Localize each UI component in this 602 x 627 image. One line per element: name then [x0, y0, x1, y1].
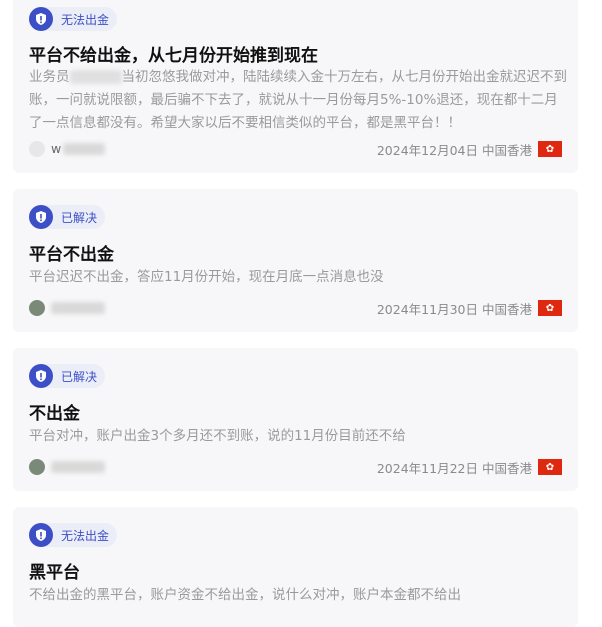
- complaint-footer: 2024年11月22日 中国香港 ✿: [29, 458, 562, 476]
- avatar[interactable]: [29, 300, 45, 316]
- status-badge: 已解决: [29, 364, 106, 388]
- complaint-title[interactable]: 平台不出金: [29, 240, 114, 265]
- complaint-content: 平台对冲，账户出金3个多月还不到账，说的11月份目前还不给: [29, 428, 406, 444]
- complaint-region: 中国香港: [481, 142, 532, 158]
- alert-shield-icon: [29, 523, 53, 547]
- status-badge: 已解决: [29, 205, 106, 229]
- status-label: 已解决: [61, 369, 98, 384]
- status-label: 无法出金: [61, 528, 110, 543]
- complaint-card[interactable]: 无法出金 平台不给出金，从七月份开始推到现在 业务员 当初忽悠我做对冲，陆陆续续入…: [13, 0, 578, 173]
- redacted-username: [51, 302, 105, 314]
- avatar[interactable]: [29, 141, 45, 157]
- alert-shield-icon: [29, 205, 53, 229]
- status-badge: 无法出金: [29, 7, 118, 31]
- complaint-footer: w 2024年12月04日 中国香港 ✿: [29, 140, 562, 158]
- content-text-start: 业务员: [29, 69, 70, 85]
- complaint-meta: 2024年11月30日 中国香港 ✿: [377, 299, 562, 317]
- complaint-title[interactable]: 平台不给出金，从七月份开始推到现在: [29, 41, 318, 66]
- complaint-card[interactable]: 无法出金 黑平台 不给出金的黑平台，账户资金不给出金，说什么对冲，账户本金都不给…: [13, 507, 578, 627]
- complaint-date: 2024年11月22日: [376, 460, 478, 476]
- complaint-meta: 2024年11月22日 中国香港 ✿: [377, 458, 562, 476]
- complaint-region: 中国香港: [481, 460, 532, 476]
- status-label: 已解决: [61, 210, 98, 225]
- complaint-title[interactable]: 不出金: [29, 399, 80, 424]
- complaint-content: 业务员 当初忽悠我做对冲，陆陆续续入金十万左右，从七月份开始出金就迟迟不到账，一问…: [29, 66, 569, 135]
- avatar[interactable]: [29, 459, 45, 475]
- redacted-username: [63, 143, 105, 155]
- complaint-card[interactable]: 已解决 平台不出金 平台迟迟不出金，答应11月份开始，现在月底一点消息也没 20…: [13, 189, 578, 332]
- hong-kong-flag-icon: ✿: [538, 300, 562, 316]
- status-label: 无法出金: [61, 12, 110, 27]
- username[interactable]: w: [51, 140, 61, 158]
- complaint-meta: 2024年12月04日 中国香港 ✿: [377, 140, 562, 158]
- alert-shield-icon: [29, 364, 53, 388]
- complaint-content: 平台迟迟不出金，答应11月份开始，现在月底一点消息也没: [29, 269, 384, 285]
- complaint-card[interactable]: 已解决 不出金 平台对冲，账户出金3个多月还不到账，说的11月份目前还不给 20…: [13, 348, 578, 491]
- complaint-footer: 2024年11月30日 中国香港 ✿: [29, 299, 562, 317]
- status-badge: 无法出金: [29, 523, 118, 547]
- complaint-date: 2024年11月30日: [376, 301, 478, 317]
- redacted-name: [69, 70, 122, 84]
- redacted-username: [51, 461, 105, 473]
- complaint-content: 不给出金的黑平台，账户资金不给出金，说什么对冲，账户本金都不给出: [29, 587, 461, 603]
- complaint-region: 中国香港: [481, 301, 532, 317]
- complaint-date: 2024年12月04日: [376, 142, 478, 158]
- complaint-title[interactable]: 黑平台: [29, 558, 80, 583]
- hong-kong-flag-icon: ✿: [538, 141, 562, 157]
- alert-shield-icon: [29, 7, 53, 31]
- hong-kong-flag-icon: ✿: [538, 459, 562, 475]
